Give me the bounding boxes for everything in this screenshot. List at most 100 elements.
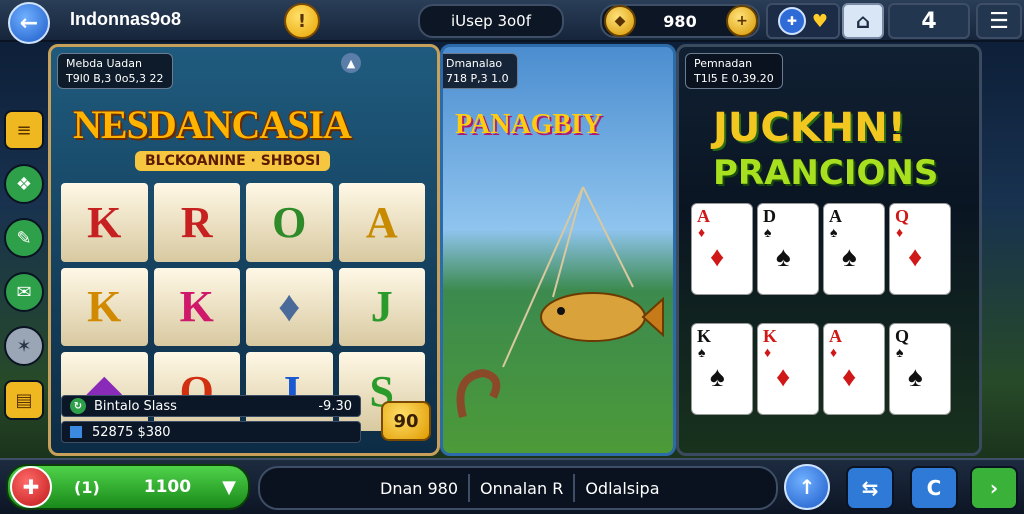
share-icon[interactable]: ⇆ [846,466,894,510]
card-suit: ♠ [896,346,904,361]
refresh-icon[interactable]: ↻ [70,398,86,414]
info-item: Dnan 980 [380,478,459,498]
balance-display: ◆ 980 + [600,4,760,38]
win-value: -9.30 [318,398,352,414]
list-icon[interactable]: ≡ [4,110,44,150]
side-nav: ≡ ❖ ✎ ✉ ✶ ▤ [0,94,46,434]
game-tag-line2: 718 P,3 1.0 [446,72,509,85]
info-strip: Dnan 980 Onnalan R Odlalsipa [258,466,778,510]
playing-card: D ♠ ♠ [757,203,819,295]
card-rank: D [763,206,776,226]
slot-reels: K R O A K K ♦ J ◆ O J S [61,183,425,431]
win-label: Bintalo Slass [94,398,177,414]
chat-icon[interactable]: ✉ [4,272,44,312]
card-center-suit: ♦ [842,362,857,393]
reel-symbol: O [246,183,333,262]
card-suit: ♠ [830,226,838,241]
edit-icon[interactable]: ✎ [4,218,44,258]
card-suit: ♠ [698,346,706,361]
reel-symbol: K [61,267,148,347]
compass-icon[interactable]: ✚ [777,7,806,35]
bonus-buttons[interactable]: ✚ ♥ [766,3,840,39]
reel-symbol: A [338,183,425,262]
card-rank: Q [895,206,910,226]
credit-value: 52875 $380 [92,424,171,440]
refresh-icon[interactable]: C [910,466,958,510]
gift-icon[interactable]: ❖ [4,164,44,204]
card-suit: ♠ [764,226,772,241]
win-info: ↻ Bintalo Slass -9.30 52875 $380 [61,395,361,443]
game-card-cards[interactable]: Pemnadan T1l5 E 0,39.20 JUCKHN! PRANCION… [676,44,982,456]
game-logo: NESDANCASIA [73,102,352,147]
next-arrow-icon[interactable]: › [970,466,1018,510]
game-subtitle: BLCKOANINE · SHBOSI [135,151,331,171]
card-suit: ♦ [764,346,772,361]
info-item: Onnalan R [480,478,564,498]
card-center-suit: ♦ [908,242,923,273]
reel-symbol: K [61,183,148,262]
playing-card: A ♦ ♦ [823,323,885,415]
card-rank: A [829,206,842,226]
cards-icon[interactable]: ▤ [4,380,44,420]
coin-icon: ◆ [604,5,636,37]
chevron-down-icon[interactable]: ▼ [222,477,236,498]
info-item: Odlalsipa [585,478,660,498]
game-tag-line1: Pemnadan [694,57,753,70]
card-center-suit: ♦ [710,242,725,273]
game-logo-line2: PRANCIONS [713,153,939,193]
home-icon[interactable]: ⌂ [842,3,884,39]
playing-card: K ♠ ♠ [691,323,753,415]
exclamation-icon[interactable]: ! [284,3,320,39]
game-tag: Pemnadan T1l5 E 0,39.20 [685,53,783,89]
bet-control[interactable]: ✚ (1) 1100 ▼ [6,464,250,510]
card-suit: ♦ [698,226,706,241]
app-title: Indonnas9o8 [70,9,182,29]
balance-value: 980 [663,11,697,31]
card-rank: Q [895,326,910,346]
reel-symbol: K [153,267,240,347]
info-icon[interactable]: ▲ [341,53,361,73]
playing-card: K ♦ ♦ [757,323,819,415]
bulb-icon[interactable]: ♥ [812,11,828,32]
spin-button[interactable]: 90 [381,401,431,441]
game-card-fishing[interactable]: Dmanalao 718 P,3 1.0 PANAGBIY [440,44,676,456]
star-icon[interactable]: ✶ [4,326,44,366]
user-label[interactable]: iUsep 3o0f [418,4,564,38]
back-arrow-icon[interactable]: ← [8,2,50,44]
up-arrow-icon[interactable]: ↑ [784,464,830,510]
card-suit: ♦ [830,346,838,361]
credit-row: 52875 $380 [61,421,361,443]
game-tag-line1: Dmanalao [446,57,503,70]
playing-card: Q ♦ ♦ [889,203,951,295]
card-rank: K [763,326,778,346]
game-tag-line2: T1l5 E 0,39.20 [694,72,774,85]
add-funds-button[interactable]: + [726,5,758,37]
win-row: ↻ Bintalo Slass -9.30 [61,395,361,417]
bet-amount: 1100 [143,477,192,497]
bet-increase-button[interactable]: ✚ [10,466,52,508]
reel-symbol: ♦ [246,267,333,347]
fishing-scene [456,186,664,418]
card-center-suit: ♦ [776,362,791,393]
bet-label: (1) [74,477,100,497]
menu-icon[interactable]: ☰ [976,3,1022,39]
reel-symbol: J [338,267,425,347]
reel-symbol: R [153,183,240,262]
card-center-suit: ♠ [776,242,791,273]
credit-icon [70,426,82,438]
playing-card: A ♠ ♠ [823,203,885,295]
mode-button[interactable]: 4 [888,3,970,39]
card-center-suit: ♠ [842,242,857,273]
card-center-suit: ♠ [908,362,923,393]
card-rank: K [697,326,712,346]
game-tag: Mebda Uadan T9l0 B,3 0o5,3 22 [57,53,173,89]
card-rank: A [829,326,842,346]
game-logo: PANAGBIY [455,109,603,140]
playing-card: Q ♠ ♠ [889,323,951,415]
card-rank: A [697,206,710,226]
user-label-text: iUsep 3o0f [450,12,532,30]
game-card-slot[interactable]: Mebda Uadan T9l0 B,3 0o5,3 22 ▲ NESDANCA… [48,44,440,456]
game-tag: Dmanalao 718 P,3 1.0 [443,53,518,89]
game-tag-line2: T9l0 B,3 0o5,3 22 [66,72,164,85]
game-tag-line1: Mebda Uadan [66,57,142,70]
